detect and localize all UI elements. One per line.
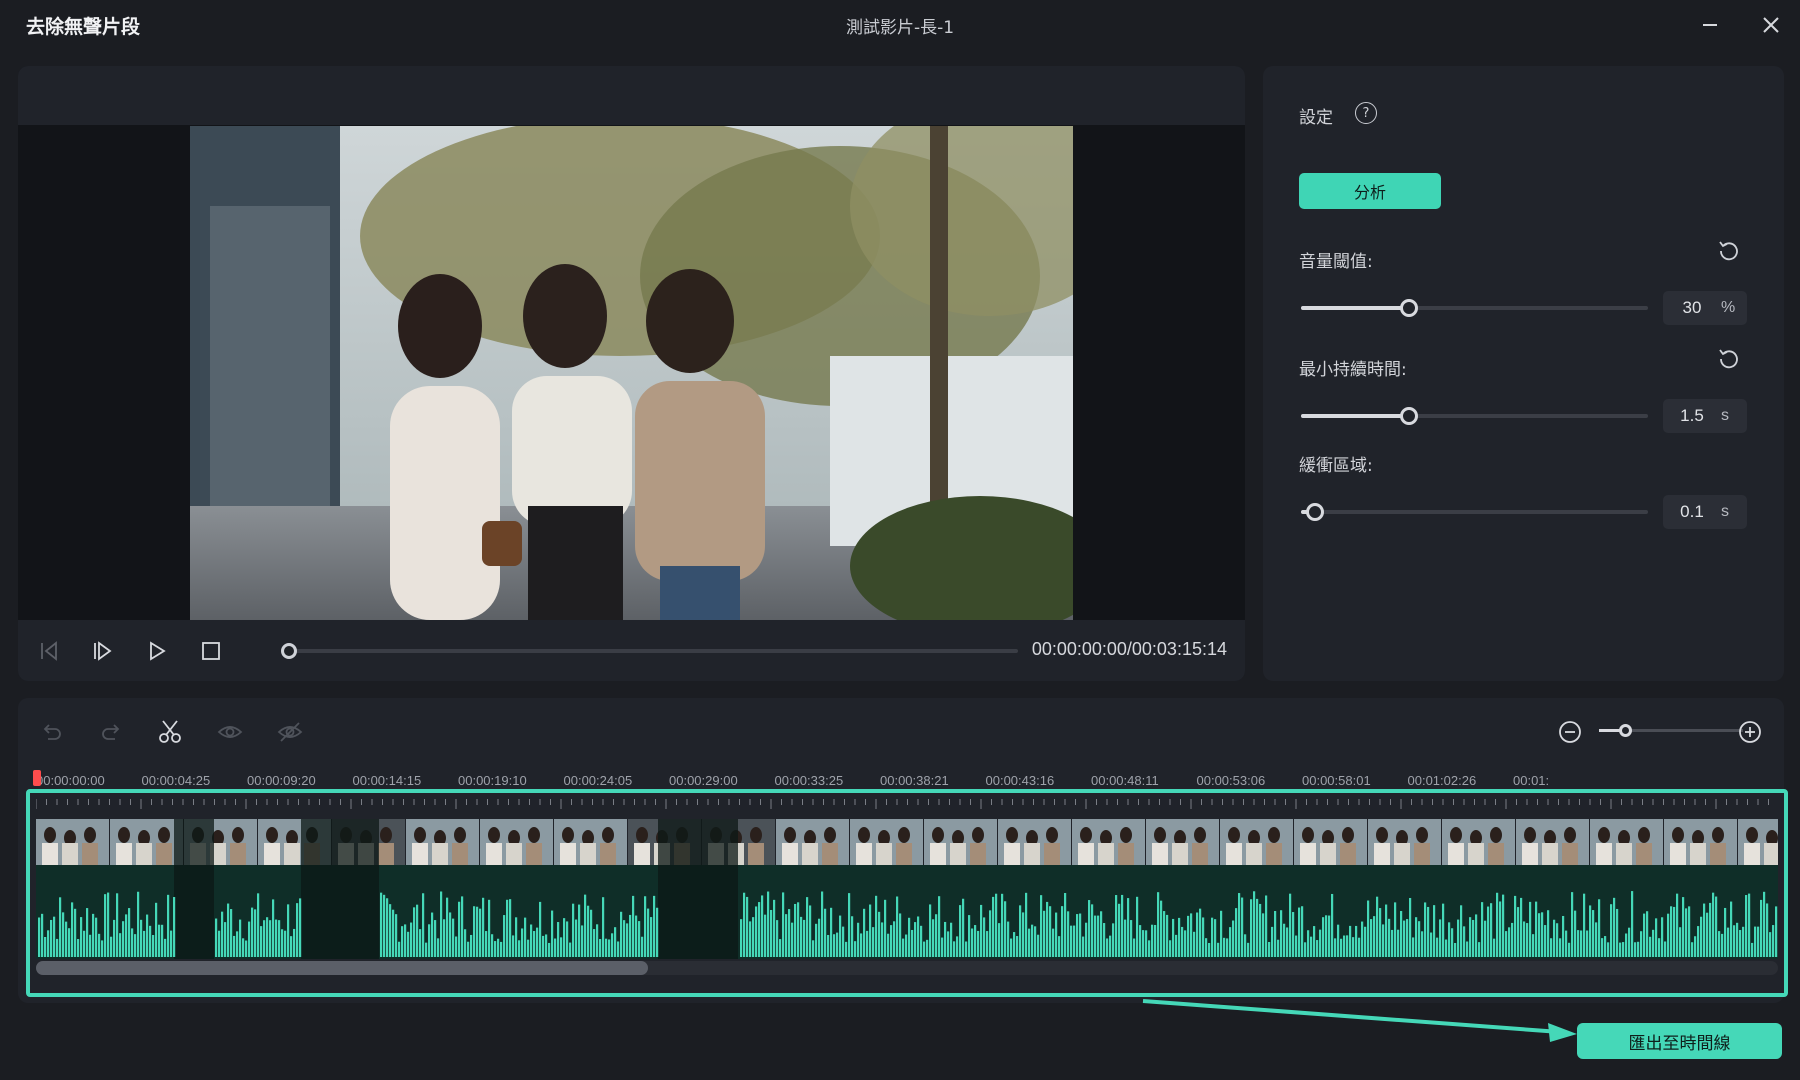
ruler-label: 00:00:14:15 <box>352 773 422 788</box>
redo-button[interactable] <box>95 716 127 748</box>
minimize-icon <box>1703 24 1717 26</box>
ruler-label: 00:00:33:25 <box>774 773 844 788</box>
redo-icon <box>102 724 120 740</box>
document-title: 測試影片-長-1 <box>845 18 955 38</box>
volume-threshold-slider[interactable] <box>1301 299 1648 317</box>
zoom-in-button[interactable] <box>1734 716 1766 748</box>
next-frame-button[interactable] <box>88 636 118 666</box>
zoom-out-icon <box>1559 721 1581 743</box>
undo-icon <box>43 724 61 740</box>
ruler-label: 00:00:19:10 <box>458 773 527 788</box>
reset-icon <box>1719 241 1738 261</box>
analyze-button[interactable]: 分析 <box>1299 173 1441 209</box>
playhead[interactable] <box>33 770 41 786</box>
buffer-zone-value: 0.1 <box>1680 502 1704 521</box>
prev-frame-icon <box>41 641 57 661</box>
zoom-out-button[interactable] <box>1554 716 1586 748</box>
ruler-label: 00:01: <box>1513 773 1550 788</box>
eye-off-icon <box>277 722 303 742</box>
min-duration-input[interactable]: 1.5 s <box>1663 399 1747 433</box>
preview-header <box>18 66 1245 125</box>
volume-threshold-value: 30 <box>1682 298 1702 317</box>
settings-title: 設定 <box>1299 108 1333 128</box>
slider-fill <box>1301 306 1409 310</box>
next-frame-icon <box>94 641 112 661</box>
stop-icon <box>202 642 220 660</box>
clip-track[interactable] <box>36 799 1778 959</box>
zoom-in-icon <box>1739 721 1761 743</box>
play-icon <box>150 641 166 661</box>
reset-icon <box>1719 349 1738 369</box>
progress-knob[interactable] <box>280 643 297 659</box>
slider-knob[interactable] <box>1399 407 1418 425</box>
undo-button[interactable] <box>36 716 68 748</box>
preview-panel: 00:00:00:00/00:03:15:14 <box>18 66 1245 681</box>
video-frame-image <box>190 126 1073 620</box>
ruler-label: 00:00:53:06 <box>1196 773 1266 788</box>
slider-fill <box>1301 414 1409 418</box>
export-to-timeline-button[interactable]: 匯出至時間線 <box>1577 1023 1782 1059</box>
min-duration-unit: s <box>1721 407 1729 424</box>
title-bar: 去除無聲片段 測試影片-長-1 <box>0 0 1800 50</box>
ruler-label: 00:00:24:05 <box>563 773 633 788</box>
volume-threshold-unit: % <box>1721 299 1736 316</box>
min-duration-label: 最小持續時間: <box>1299 360 1407 380</box>
clip-waveform <box>36 799 1778 959</box>
min-duration-reset-button[interactable] <box>1715 344 1743 372</box>
timeline-scrollbar[interactable] <box>36 961 1778 975</box>
close-button[interactable] <box>1751 8 1791 42</box>
playback-progress[interactable] <box>280 643 1018 659</box>
player-controls: 00:00:00:00/00:03:15:14 <box>18 620 1245 681</box>
eye-icon <box>217 726 243 738</box>
stop-button[interactable] <box>196 636 226 666</box>
show-segment-button[interactable] <box>214 716 246 748</box>
play-button[interactable] <box>142 636 172 666</box>
volume-threshold-label: 音量閾值: <box>1299 252 1373 272</box>
min-duration-value: 1.5 <box>1680 406 1704 425</box>
split-button[interactable] <box>154 716 186 748</box>
volume-threshold-input[interactable]: 30 % <box>1663 291 1747 325</box>
zoom-slider[interactable] <box>1599 724 1743 737</box>
ruler-label: 00:00:43:16 <box>985 773 1055 788</box>
ruler-label: 00:00:48:11 <box>1091 773 1159 788</box>
scrollbar-thumb[interactable] <box>36 961 648 975</box>
ruler-label: 00:00:58:01 <box>1302 773 1371 788</box>
prev-frame-button[interactable] <box>34 636 64 666</box>
buffer-zone-label: 緩衝區域: <box>1299 456 1373 476</box>
track-highlight <box>26 789 1788 997</box>
help-icon[interactable]: ? <box>1355 102 1377 124</box>
video-preview[interactable] <box>190 126 1073 620</box>
volume-threshold-reset-button[interactable] <box>1715 236 1743 264</box>
buffer-zone-input[interactable]: 0.1 s <box>1663 495 1747 529</box>
close-icon <box>1763 17 1779 33</box>
ruler-label: 00:00:09:20 <box>247 773 316 788</box>
slider-knob[interactable] <box>1399 299 1418 317</box>
slider-knob[interactable] <box>1305 503 1324 521</box>
hide-segment-button[interactable] <box>274 716 306 748</box>
buffer-zone-slider[interactable] <box>1301 503 1648 521</box>
ruler-label: 00:01:02:26 <box>1407 773 1477 788</box>
scissors-icon <box>159 720 181 743</box>
minimize-button[interactable] <box>1690 8 1730 42</box>
min-duration-slider[interactable] <box>1301 407 1648 425</box>
buffer-zone-unit: s <box>1721 503 1729 520</box>
ruler-label: 00:00:04:25 <box>141 773 211 788</box>
ruler-label: 00:00:00:00 <box>36 773 105 788</box>
ruler-label: 00:00:38:21 <box>880 773 949 788</box>
zoom-knob[interactable] <box>1619 724 1632 737</box>
timecode: 00:00:00:00/00:03:15:14 <box>1031 639 1227 659</box>
settings-panel: 設定 ? 分析 音量閾值: 30 % 最小持續時間: 1.5 s 緩衝區域: 0… <box>1263 66 1784 681</box>
ruler-label: 00:00:29:00 <box>669 773 738 788</box>
